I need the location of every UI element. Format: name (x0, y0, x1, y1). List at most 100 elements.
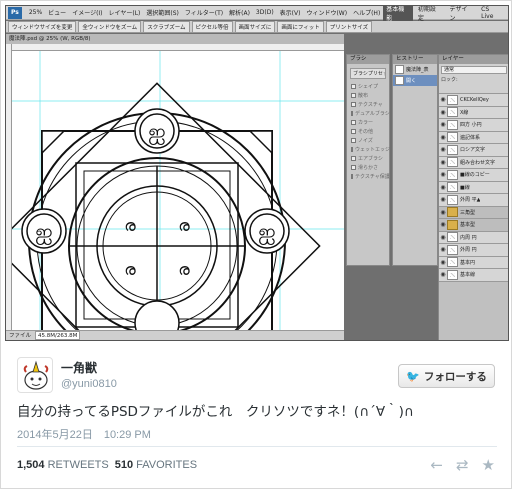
zoom-level[interactable]: 25% (26, 9, 45, 16)
favorite-star-icon[interactable]: ★ (482, 456, 495, 474)
brush-option[interactable]: テクスチャ保護 (351, 173, 390, 180)
layer-row[interactable]: ◉ 外周 平▲ (439, 194, 508, 207)
layer-thumbnail (447, 244, 458, 255)
brush-preset-button[interactable]: ブラシプリセット (350, 68, 386, 79)
workspace-basic[interactable]: 基本機能 (383, 6, 413, 23)
history-panel-title[interactable]: ヒストリー (393, 55, 437, 64)
tweet-stats: 1,504 RETWEETS 510 FAVORITES (17, 459, 197, 471)
magic-circle-artwork: ஐ ஐ ஐ ര ര ര ര (12, 51, 344, 330)
brush-option[interactable]: 滑らかさ (351, 164, 385, 171)
history-item[interactable]: 魔法陣_表 (393, 64, 437, 75)
eye-icon[interactable]: ◉ (439, 184, 447, 191)
ps-menubar: Ps 25% ビュー イメージ(I) レイヤー(L) 選択範囲(S) フィルター… (6, 6, 508, 23)
menu-item[interactable]: 選択範囲(S) (143, 8, 182, 17)
eye-icon[interactable]: ◉ (439, 146, 447, 153)
history-thumbnail (395, 65, 404, 74)
workspace-switcher: 基本機能 初期設定 デザイン CS Live (383, 6, 508, 23)
eye-icon[interactable]: ◉ (439, 134, 447, 141)
layer-group-row[interactable]: ◉ 三角型 (439, 206, 508, 219)
eye-icon[interactable]: ◉ (439, 159, 447, 166)
attached-photo[interactable]: Ps 25% ビュー イメージ(I) レイヤー(L) 選択範囲(S) フィルター… (5, 5, 509, 341)
folder-icon (447, 219, 458, 230)
favorites-stat[interactable]: 510 FAVORITES (115, 459, 197, 471)
brush-panel-title[interactable]: ブラシ (347, 55, 389, 64)
brush-option[interactable]: カラー (351, 119, 385, 126)
workspace-default[interactable]: 初期設定 (415, 6, 445, 23)
layer-group-row[interactable]: ◉ 基本型 (439, 219, 508, 232)
follow-button[interactable]: 🐦 フォローする (398, 364, 495, 388)
menu-item[interactable]: ウィンドウ(W) (303, 8, 350, 17)
brush-option[interactable]: テクスチャ (351, 101, 385, 108)
workspace-design[interactable]: デザイン (447, 6, 477, 23)
retweets-stat[interactable]: 1,504 RETWEETS (17, 459, 109, 471)
layer-row[interactable]: ◉ 基本線 (439, 269, 508, 282)
eye-icon[interactable]: ◉ (439, 96, 447, 103)
layer-row[interactable]: ◉ 内周 円 (439, 231, 508, 244)
layer-name: ■線のコピー (460, 172, 490, 179)
eye-icon[interactable]: ◉ (439, 271, 447, 278)
eye-icon[interactable]: ◉ (439, 221, 447, 228)
document-canvas[interactable]: ஐ ஐ ஐ ര ര ര ര (12, 51, 344, 330)
document-tab[interactable]: 魔法陣.psd @ 25% (W, RGB/8) (6, 34, 344, 44)
menu-item[interactable]: ビュー (45, 8, 69, 17)
history-item[interactable]: 開く (393, 75, 437, 86)
layer-row[interactable]: ◉ 遍記体系 (439, 131, 508, 144)
menu-item[interactable]: イメージ(I) (69, 8, 105, 17)
option-button[interactable]: ウィンドウサイズを変更 (8, 20, 77, 33)
brush-option[interactable]: ウェットエッジ (351, 146, 390, 153)
option-button[interactable]: ピクセル等倍 (191, 20, 233, 33)
layer-name: 三角型 (460, 209, 476, 216)
timestamp[interactable]: 2014年5月22日 10:29 PM (17, 426, 151, 442)
option-button[interactable]: 画面にフィット (277, 20, 324, 33)
brush-option[interactable]: シェイプ (351, 83, 385, 90)
brush-option[interactable]: その他 (351, 128, 385, 135)
layer-tools: 通常 ロック: (439, 64, 508, 94)
brush-option[interactable]: エアブラシ (351, 155, 385, 162)
layer-row[interactable]: ◉ 組み合わせ文字 (439, 156, 508, 169)
eye-icon[interactable]: ◉ (439, 246, 447, 253)
cs-live-button[interactable]: CS Live (478, 6, 506, 21)
layer-row[interactable]: ◉ 四方 小円 (439, 119, 508, 132)
layer-thumbnail (447, 169, 458, 180)
option-button[interactable]: プリントサイズ (325, 20, 373, 33)
layer-thumbnail (447, 269, 458, 280)
layer-row[interactable]: ◉ X線 (439, 106, 508, 119)
eye-icon[interactable]: ◉ (439, 121, 447, 128)
user-handle[interactable]: @yuni0810 (61, 378, 117, 390)
layer-row[interactable]: ◉ CKCKellQey (439, 94, 508, 107)
eye-icon[interactable]: ◉ (439, 109, 447, 116)
layers-panel-title[interactable]: レイヤー (439, 55, 508, 64)
eye-icon[interactable]: ◉ (439, 259, 447, 266)
eye-icon[interactable]: ◉ (439, 209, 447, 216)
menu-item[interactable]: 3D(D) (253, 9, 277, 16)
menu-item[interactable]: 解析(A) (226, 8, 253, 17)
layer-name: 組み合わせ文字 (460, 159, 496, 166)
option-button[interactable]: スクラブズーム (143, 20, 190, 33)
avatar[interactable] (17, 357, 53, 393)
option-button[interactable]: 全ウィンドウをズーム (78, 20, 142, 33)
display-name[interactable]: 一角獣 (61, 359, 97, 376)
layer-row[interactable]: ◉ ロシア文字 (439, 144, 508, 157)
layer-row[interactable]: ◉ 外周 円 (439, 244, 508, 257)
brush-option[interactable]: 散布 (351, 92, 385, 99)
retweet-icon[interactable]: ⇄ (456, 456, 469, 474)
brush-option[interactable]: デュアルブラシ (351, 110, 390, 117)
layer-row[interactable]: ◉ 基本円 (439, 256, 508, 269)
eye-icon[interactable]: ◉ (439, 234, 447, 241)
brush-option[interactable]: ノイズ (351, 137, 385, 144)
menu-item[interactable]: ヘルプ(H) (350, 8, 383, 17)
option-button[interactable]: 画面サイズに (234, 20, 276, 33)
menu-item[interactable]: 表示(V) (277, 8, 304, 17)
menu-item[interactable]: レイヤー(L) (106, 8, 144, 17)
layer-row[interactable]: ◉ ■線 (439, 181, 508, 194)
svg-text:ര: ര (178, 216, 190, 235)
blend-mode-select[interactable]: 通常 (441, 66, 507, 74)
menu-item[interactable]: フィルター(T) (182, 8, 226, 17)
eye-icon[interactable]: ◉ (439, 196, 447, 203)
svg-text:ര: ര (124, 216, 136, 235)
layer-list: ◉ CKCKellQey ◉ X線 ◉ 四方 小円 ◉ 遍記体系 ◉ ロシア文字 ◉ 組み合わせ文字 ◉… (439, 94, 508, 282)
eye-icon[interactable]: ◉ (439, 171, 447, 178)
reply-icon[interactable]: ← (430, 456, 443, 474)
ps-statusbar: ファイル 45.8M/263.8M (6, 330, 344, 340)
layer-row[interactable]: ◉ ■線のコピー (439, 169, 508, 182)
